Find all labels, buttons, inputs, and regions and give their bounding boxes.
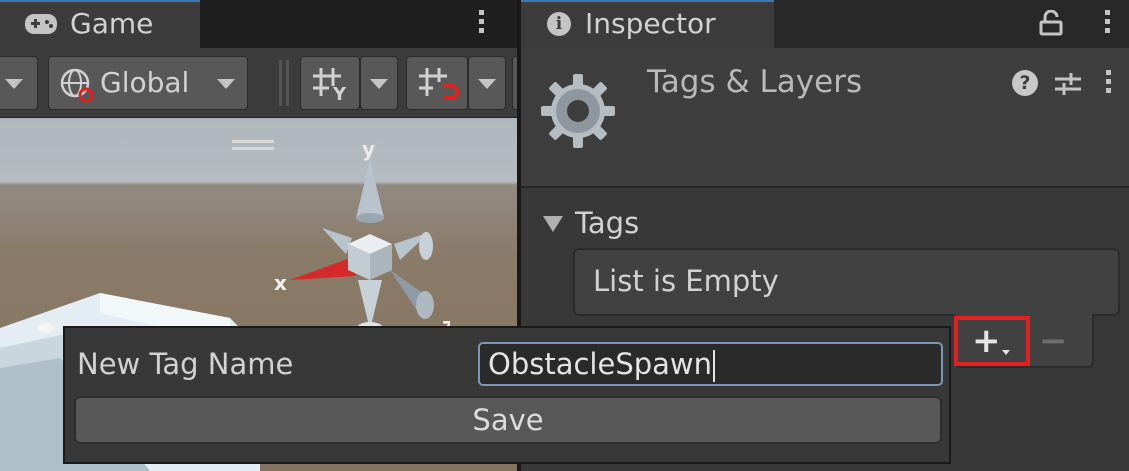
tool-dropdown-button[interactable] (0, 56, 38, 110)
tab-inspector[interactable]: i Inspector (521, 0, 774, 48)
new-tag-popup: New Tag Name ObstacleSpawn Save (63, 326, 951, 464)
tab-game-label: Game (70, 7, 154, 40)
component-more-icon[interactable] (1101, 68, 1115, 98)
gear-icon (539, 72, 617, 154)
presets-icon[interactable] (1055, 72, 1081, 100)
gamepad-icon (24, 12, 58, 40)
new-tag-name-value: ObstacleSpawn (488, 347, 713, 381)
chevron-down-icon (478, 79, 496, 89)
list-empty-text: List is Empty (593, 264, 779, 298)
tags-section-label: Tags (575, 206, 640, 240)
chevron-down-icon (370, 79, 388, 89)
save-button[interactable]: Save (74, 396, 942, 444)
game-tab-bar: Game (0, 0, 517, 48)
incremental-snap-dropdown[interactable] (468, 56, 506, 110)
chevron-down-icon (5, 79, 23, 89)
triangle-down-icon (543, 216, 563, 232)
chevron-down-icon (217, 79, 235, 89)
chevron-down-icon (1002, 350, 1010, 355)
inspector-tab-bar: i Inspector (521, 0, 1129, 48)
grid-snapping-button[interactable]: Y (300, 56, 360, 110)
help-icon[interactable]: ? (1012, 70, 1038, 96)
tab-inspector-label: Inspector (585, 7, 716, 40)
lock-icon[interactable] (1039, 9, 1065, 40)
orientation-gizmo[interactable]: x y z (270, 140, 450, 340)
remove-tag-button[interactable]: − (1039, 324, 1068, 358)
grid-snapping-dropdown[interactable] (360, 56, 398, 110)
inspector-more-icon[interactable] (1100, 8, 1114, 38)
pivot-rotation-label: Global (100, 66, 190, 99)
new-tag-name-input[interactable]: ObstacleSpawn (478, 342, 943, 386)
grid-snap-y-icon: Y (311, 66, 351, 106)
svg-text:Y: Y (332, 84, 347, 102)
game-more-icon[interactable] (474, 8, 488, 38)
overlay-drag-handle[interactable] (232, 140, 274, 150)
new-tag-name-label: New Tag Name (77, 347, 294, 381)
text-cursor (713, 350, 716, 382)
tab-game[interactable]: Game (0, 0, 200, 48)
scene-toolbar: Global Y (0, 48, 517, 118)
gizmo-x-label: x (274, 271, 287, 295)
inspector-title: Tags & Layers (647, 64, 863, 100)
tags-list: List is Empty (573, 248, 1120, 316)
toolbar-separator (279, 60, 289, 106)
toolbar-overflow-button[interactable] (512, 56, 517, 110)
gizmo-y-label: y (362, 140, 375, 161)
inspector-header: Tags & Layers ? (521, 48, 1129, 188)
plus-icon: + (972, 321, 1001, 361)
info-icon: i (547, 12, 571, 36)
grid-snap-magnet-icon (417, 66, 459, 106)
add-tag-button[interactable]: + (954, 316, 1030, 366)
incremental-snap-button[interactable] (406, 56, 468, 110)
globe-icon (59, 67, 95, 107)
